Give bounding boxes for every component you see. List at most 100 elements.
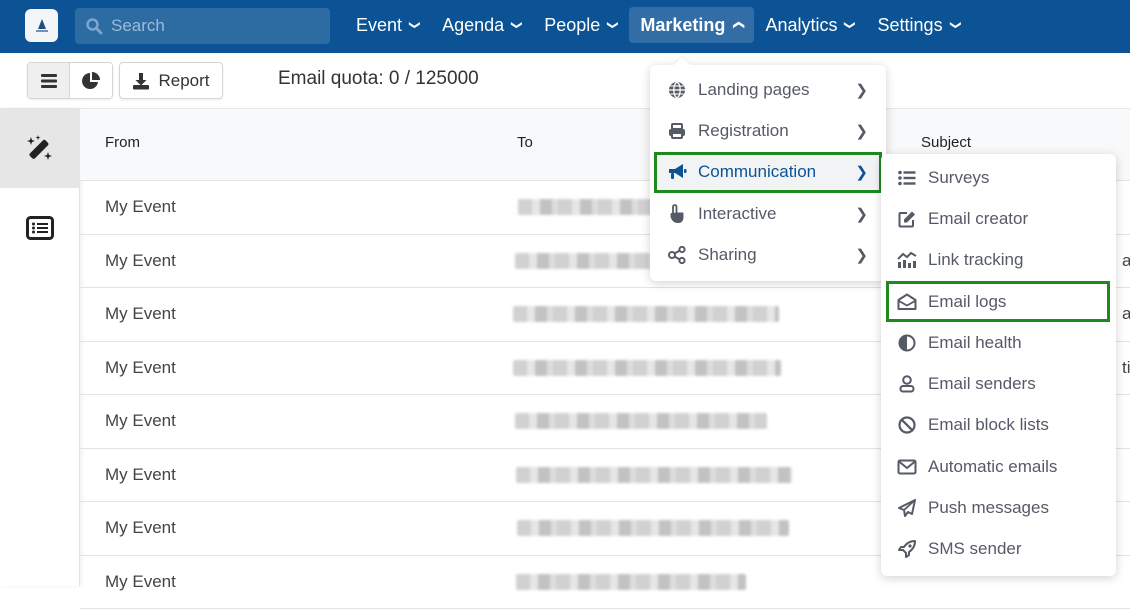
- menu-item-communication[interactable]: Communication ❯: [654, 152, 882, 193]
- sidebar-item-magic[interactable]: [0, 109, 80, 188]
- submenu-item-label: Email block lists: [928, 415, 1049, 435]
- nav-settings-label: Settings: [878, 15, 943, 36]
- cell-from: My Event: [105, 197, 176, 217]
- search-box[interactable]: [75, 8, 330, 44]
- submenu-item-label: Surveys: [928, 168, 989, 188]
- list-icon: [897, 168, 917, 188]
- nav-agenda[interactable]: Agenda ❯: [431, 7, 533, 43]
- chevron-down-icon: ❯: [844, 20, 857, 29]
- communication-submenu: Surveys Email creator Link tracking Emai…: [881, 154, 1116, 576]
- envelope-open-icon: [897, 292, 917, 312]
- submenu-item-sms-sender[interactable]: SMS sender: [881, 529, 1116, 570]
- chevron-right-icon: ❯: [855, 246, 868, 264]
- submenu-item-label: Email senders: [928, 374, 1036, 394]
- rocket-icon: [897, 539, 917, 559]
- submenu-item-link-tracking[interactable]: Link tracking: [881, 240, 1116, 281]
- magic-wand-icon: [25, 134, 55, 164]
- globe-icon: [667, 80, 687, 100]
- toolbar: Report Email quota: 0 / 125000: [0, 53, 1130, 109]
- nav-settings[interactable]: Settings ❯: [867, 7, 972, 43]
- email-quota: Email quota: 0 / 125000: [278, 68, 479, 90]
- cell-from: My Event: [105, 518, 176, 538]
- nav-event-label: Event: [356, 15, 402, 36]
- submenu-item-email-health[interactable]: Email health: [881, 322, 1116, 363]
- list-view-button[interactable]: [28, 63, 70, 98]
- submenu-item-label: Email creator: [928, 209, 1028, 229]
- column-from[interactable]: From: [105, 134, 140, 151]
- submenu-item-label: Email health: [928, 333, 1022, 353]
- main-nav: Event❯ Agenda❯ People❯ Marketing❯ Analyt…: [345, 7, 972, 43]
- search-input[interactable]: [111, 16, 311, 36]
- submenu-item-label: Push messages: [928, 498, 1049, 518]
- submenu-item-label: SMS sender: [928, 539, 1022, 559]
- chevron-right-icon: ❯: [855, 122, 868, 140]
- cell-from: My Event: [105, 251, 176, 271]
- cell-subject-partial: tic: [1122, 358, 1130, 378]
- half-circle-icon: [897, 333, 917, 353]
- chevron-right-icon: ❯: [855, 81, 868, 99]
- submenu-item-email-creator[interactable]: Email creator: [881, 198, 1116, 239]
- cell-to-redacted: [516, 467, 792, 483]
- submenu-item-email-block-lists[interactable]: Email block lists: [881, 405, 1116, 446]
- submenu-item-label: Link tracking: [928, 250, 1023, 270]
- sidebar-item-list[interactable]: [0, 188, 80, 267]
- menu-item-label: Interactive: [698, 204, 776, 224]
- share-icon: [667, 245, 687, 265]
- nav-people-label: People: [544, 15, 600, 36]
- user-icon: [897, 374, 917, 394]
- ban-icon: [897, 415, 917, 435]
- paper-plane-icon: [897, 498, 917, 518]
- app-logo[interactable]: [25, 9, 58, 42]
- cell-to-redacted: [517, 520, 789, 536]
- column-subject[interactable]: Subject: [921, 134, 971, 151]
- cell-from: My Event: [105, 304, 176, 324]
- pie-chart-icon: [81, 71, 101, 91]
- cell-from: My Event: [105, 411, 176, 431]
- menu-item-registration[interactable]: Registration ❯: [650, 110, 886, 151]
- menu-item-label: Registration: [698, 121, 789, 141]
- chevron-down-icon: ❯: [949, 20, 962, 29]
- cell-from: My Event: [105, 358, 176, 378]
- view-toggle: [27, 62, 113, 99]
- submenu-item-email-logs[interactable]: Email logs: [886, 281, 1110, 322]
- cell-to-redacted: [516, 574, 746, 590]
- edit-icon: [897, 209, 917, 229]
- nav-analytics[interactable]: Analytics ❯: [754, 7, 866, 43]
- chevron-right-icon: ❯: [855, 205, 868, 223]
- submenu-item-email-senders[interactable]: Email senders: [881, 363, 1116, 404]
- nav-agenda-label: Agenda: [442, 15, 504, 36]
- logo-icon: [33, 17, 51, 35]
- cell-subject-partial: ay: [1122, 251, 1130, 271]
- cell-to-redacted: [513, 306, 779, 322]
- envelope-icon: [897, 457, 917, 477]
- nav-event[interactable]: Event❯: [345, 7, 431, 43]
- menu-item-landing-pages[interactable]: Landing pages ❯: [650, 69, 886, 110]
- cell-from: My Event: [105, 572, 176, 592]
- download-icon: [132, 72, 150, 90]
- chart-view-button[interactable]: [70, 63, 112, 98]
- nav-marketing[interactable]: Marketing ❯: [629, 7, 754, 43]
- chevron-right-icon: ❯: [855, 163, 868, 181]
- submenu-item-surveys[interactable]: Surveys: [881, 157, 1116, 198]
- menu-item-sharing[interactable]: Sharing ❯: [650, 234, 886, 275]
- chevron-down-icon: ❯: [511, 20, 524, 29]
- report-button[interactable]: Report: [119, 62, 223, 99]
- menu-item-label: Sharing: [698, 245, 757, 265]
- cell-subject-partial: a: [1122, 304, 1130, 324]
- column-to[interactable]: To: [517, 134, 533, 151]
- cell-to-redacted: [513, 360, 781, 376]
- hand-pointer-icon: [667, 204, 687, 224]
- submenu-item-push-messages[interactable]: Push messages: [881, 487, 1116, 528]
- menu-item-label: Communication: [698, 162, 816, 182]
- printer-icon: [667, 121, 687, 141]
- nav-marketing-label: Marketing: [640, 15, 725, 36]
- megaphone-icon: [667, 162, 687, 182]
- submenu-item-automatic-emails[interactable]: Automatic emails: [881, 446, 1116, 487]
- menu-item-interactive[interactable]: Interactive ❯: [650, 193, 886, 234]
- chevron-up-icon: ❯: [732, 20, 745, 29]
- sidebar: [0, 109, 80, 586]
- top-navbar: Event❯ Agenda❯ People❯ Marketing❯ Analyt…: [0, 0, 1130, 53]
- nav-analytics-label: Analytics: [765, 15, 837, 36]
- nav-people[interactable]: People❯: [533, 7, 629, 43]
- list-icon: [40, 73, 58, 89]
